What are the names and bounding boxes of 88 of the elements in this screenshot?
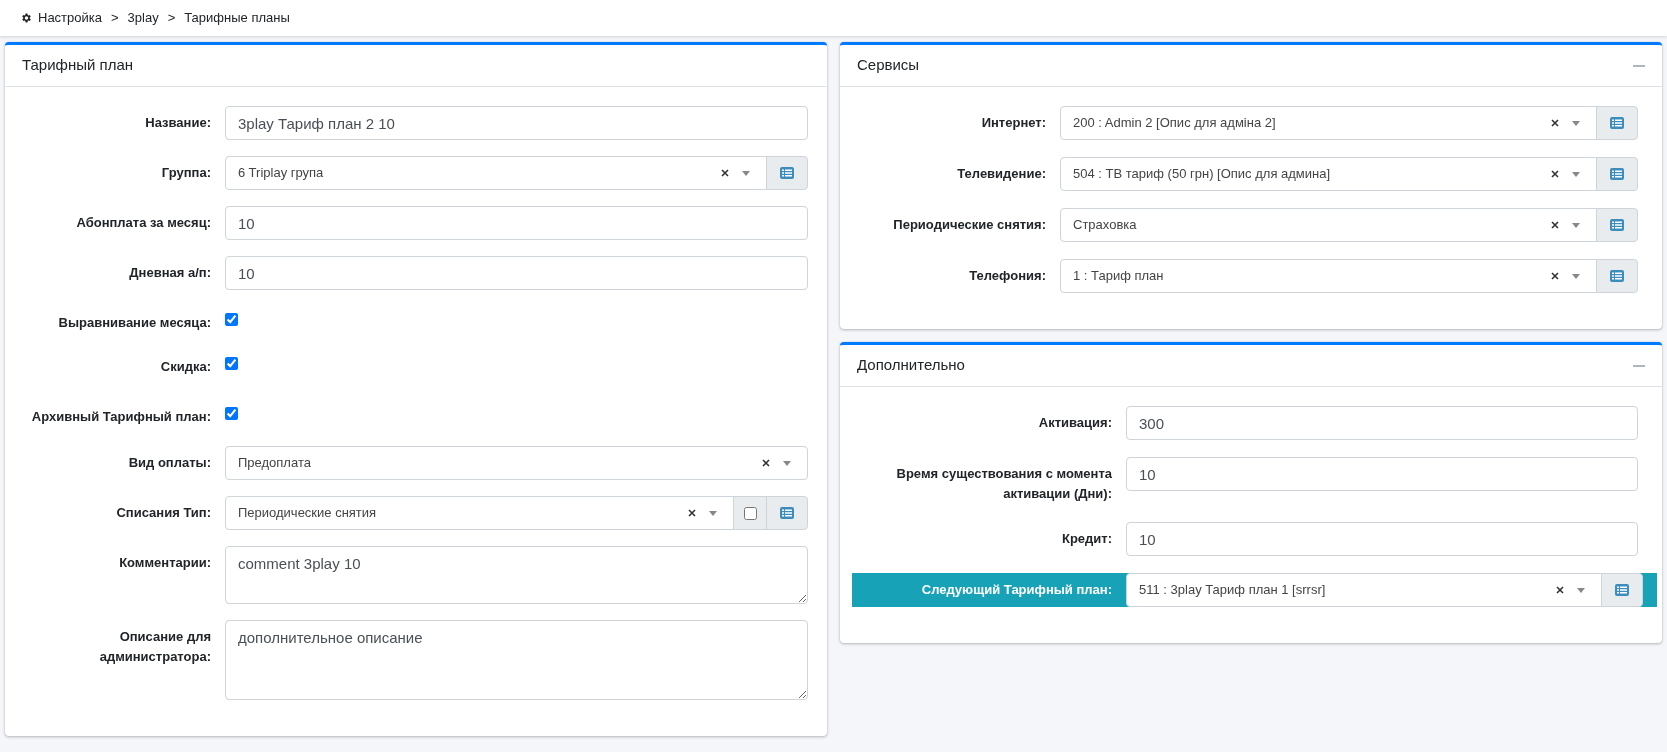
field-label: Комментарии: xyxy=(119,554,211,572)
select-field[interactable]: Страховка xyxy=(1060,208,1597,242)
field-label: Вид оплаты: xyxy=(128,454,211,472)
clear-icon[interactable] xyxy=(1551,221,1559,229)
select-value: Предоплата xyxy=(238,454,312,473)
caret-icon[interactable] xyxy=(1572,120,1580,126)
text-area[interactable]: дополнительное описание xyxy=(225,620,808,700)
select-value: 6 Triplay група xyxy=(238,164,325,183)
checkbox[interactable] xyxy=(225,313,238,326)
card-title: Сервисы xyxy=(857,55,920,76)
field-label: Выравнивание месяца: xyxy=(58,314,211,332)
select-field[interactable]: 504 : ТВ тариф (50 грн) [Опис для админа] xyxy=(1060,157,1597,191)
select-value: 511 : 3play Тариф план 1 [srrsr] xyxy=(1139,581,1327,600)
list-button[interactable] xyxy=(1596,208,1638,242)
select-field[interactable]: 6 Triplay група xyxy=(225,156,767,190)
caret-icon[interactable] xyxy=(1572,222,1580,228)
clear-icon[interactable] xyxy=(1551,272,1559,280)
breadcrumb-link[interactable]: Тарифные планы xyxy=(184,8,290,28)
breadcrumb-separator: > xyxy=(110,9,120,28)
field-label: Дневная а/п: xyxy=(129,264,211,282)
clear-icon[interactable] xyxy=(721,169,729,177)
field-label: Интернет: xyxy=(981,114,1046,132)
select-value: Периодические снятия xyxy=(238,504,378,523)
breadcrumb-link[interactable]: 3play xyxy=(127,8,159,28)
list-icon xyxy=(780,507,794,519)
input-field[interactable]: 3play Тариф план 2 10 xyxy=(225,106,808,140)
minus-icon[interactable] xyxy=(1633,364,1645,367)
field-label: Следующий Тарифный план: xyxy=(921,581,1112,599)
list-button[interactable] xyxy=(1596,259,1638,293)
caret-icon[interactable] xyxy=(1572,171,1580,177)
field-label: Абонплата за месяц: xyxy=(76,214,211,232)
select-value: 200 : Admin 2 [Опис для адміна 2] xyxy=(1073,114,1277,133)
field-label: Время существования с момента активации (Дни): xyxy=(895,465,1112,503)
input-field[interactable]: 10 xyxy=(1126,522,1638,556)
clear-icon[interactable] xyxy=(1551,119,1559,127)
caret-icon[interactable] xyxy=(709,510,717,516)
clear-icon[interactable] xyxy=(762,459,770,467)
select-value: 504 : ТВ тариф (50 грн) [Опис для админа] xyxy=(1073,165,1332,184)
input-field[interactable]: 300 xyxy=(1126,406,1638,440)
clear-icon[interactable] xyxy=(1551,170,1559,178)
list-button[interactable] xyxy=(1601,573,1643,607)
field-label: Телевидение: xyxy=(957,165,1046,183)
caret-icon[interactable] xyxy=(1572,273,1580,279)
input-field[interactable]: 10 xyxy=(1126,457,1638,491)
list-icon xyxy=(780,167,794,179)
list-button[interactable] xyxy=(766,496,808,530)
caret-icon[interactable] xyxy=(1577,587,1585,593)
field-label: Периодические снятия: xyxy=(893,216,1046,234)
caret-icon[interactable] xyxy=(783,460,791,466)
breadcrumb-link[interactable]: Настройка xyxy=(38,8,102,28)
list-icon xyxy=(1610,219,1624,231)
select-field[interactable]: 511 : 3play Тариф план 1 [srrsr] xyxy=(1126,573,1602,607)
breadcrumb-separator: > xyxy=(166,9,177,28)
select-value: Страховка xyxy=(1073,216,1138,235)
select-field[interactable]: Периодические снятия xyxy=(225,496,734,530)
field-label: Кредит: xyxy=(1061,530,1112,548)
list-button[interactable] xyxy=(766,156,808,190)
card-title: Тарифный план xyxy=(22,55,133,76)
input-field[interactable]: 10 xyxy=(225,206,808,240)
clear-icon[interactable] xyxy=(1556,586,1564,594)
select-field[interactable]: 1 : Тариф план xyxy=(1060,259,1597,293)
list-icon xyxy=(1615,584,1629,596)
field-label: Группа: xyxy=(161,164,211,182)
field-label: Название: xyxy=(145,114,211,132)
select-value: 1 : Тариф план xyxy=(1073,267,1165,286)
checkbox[interactable] xyxy=(225,407,238,420)
minus-icon[interactable] xyxy=(1633,64,1645,67)
list-icon xyxy=(1610,168,1624,180)
caret-icon[interactable] xyxy=(742,170,750,176)
text-area[interactable]: comment 3play 10 xyxy=(225,546,808,604)
field-label: Списания Тип: xyxy=(116,504,211,522)
select-field[interactable]: Предоплата xyxy=(225,446,808,480)
card-title: Дополнительно xyxy=(857,355,965,376)
field-label: Активация: xyxy=(1038,414,1112,432)
field-label: Описание для администратора: xyxy=(98,628,211,666)
list-button[interactable] xyxy=(1596,157,1638,191)
field-label: Архивный Тарифный план: xyxy=(31,408,211,426)
field-label: Телефония: xyxy=(969,267,1046,285)
clear-icon[interactable] xyxy=(688,509,696,517)
list-button[interactable] xyxy=(1596,106,1638,140)
select-field[interactable]: 200 : Admin 2 [Опис для адміна 2] xyxy=(1060,106,1597,140)
gear-icon xyxy=(20,12,32,24)
list-icon xyxy=(1610,117,1624,129)
input-field[interactable]: 10 xyxy=(225,256,808,290)
field-label: Скидка: xyxy=(160,358,211,376)
list-icon xyxy=(1610,270,1624,282)
checkbox[interactable] xyxy=(743,506,757,520)
checkbox[interactable] xyxy=(225,357,238,370)
